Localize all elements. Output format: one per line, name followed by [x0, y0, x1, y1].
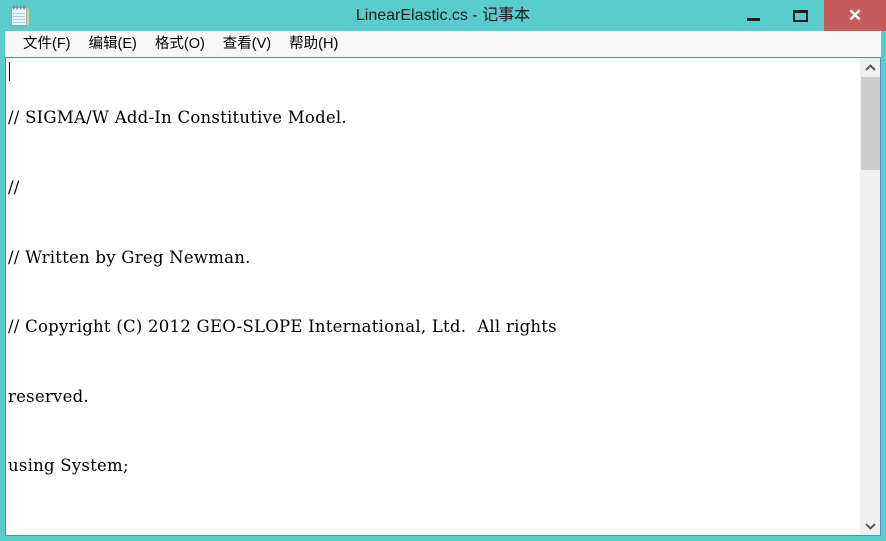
text-line: // SIGMA/W Add-In Constitutive Model. — [8, 108, 347, 128]
client-area: // SIGMA/W Add-In Constitutive Model. //… — [5, 57, 881, 536]
text-caret — [9, 62, 10, 81]
scroll-down-button[interactable] — [861, 516, 880, 535]
minimize-icon — [747, 17, 760, 21]
text-line: // — [8, 178, 20, 197]
title-bar[interactable]: LinearElastic.cs - 记事本 ✕ — [0, 0, 886, 31]
text-line — [8, 524, 860, 535]
close-icon: ✕ — [847, 6, 863, 25]
menu-item-format[interactable]: 格式(O) — [146, 31, 214, 57]
text-line: using System; — [8, 456, 129, 476]
chevron-up-icon — [865, 63, 876, 71]
scroll-up-button[interactable] — [861, 58, 880, 77]
notepad-window: LinearElastic.cs - 记事本 ✕ 文件(F) 编辑(E) 格式(… — [0, 0, 886, 541]
menu-item-edit[interactable]: 编辑(E) — [80, 31, 146, 57]
maximize-icon — [793, 9, 808, 22]
maximize-button[interactable] — [777, 0, 824, 31]
menu-item-file[interactable]: 文件(F) — [14, 31, 80, 57]
vertical-scrollbar[interactable] — [860, 58, 880, 535]
menu-item-view[interactable]: 查看(V) — [214, 31, 280, 57]
window-controls: ✕ — [730, 0, 886, 31]
text-editor[interactable]: // SIGMA/W Add-In Constitutive Model. //… — [6, 58, 860, 535]
menu-item-help[interactable]: 帮助(H) — [280, 31, 347, 57]
chevron-down-icon — [865, 522, 876, 530]
close-button[interactable]: ✕ — [824, 0, 886, 31]
text-line: // Written by Greg Newman. — [8, 247, 251, 267]
minimize-button[interactable] — [730, 0, 777, 31]
scrollbar-track[interactable] — [861, 77, 880, 516]
document-text: // SIGMA/W Add-In Constitutive Model. //… — [8, 60, 860, 535]
scrollbar-thumb[interactable] — [861, 77, 880, 170]
text-line: reserved. — [8, 386, 89, 406]
text-line: // Copyright (C) 2012 GEO-SLOPE Internat… — [8, 317, 557, 337]
menu-bar: 文件(F) 编辑(E) 格式(O) 查看(V) 帮助(H) — [5, 31, 881, 57]
